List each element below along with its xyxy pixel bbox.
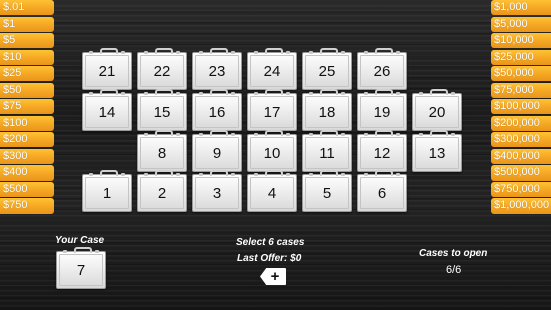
briefcase-26[interactable]: 26	[357, 48, 407, 90]
money-value-right: $5,000	[491, 16, 551, 32]
briefcase-19[interactable]: 19	[357, 89, 407, 131]
cases-to-open-count: 6/6	[446, 264, 462, 276]
briefcase-13[interactable]: 13	[412, 130, 462, 172]
money-value-left: $500	[0, 181, 54, 198]
briefcase-10[interactable]: 10	[247, 130, 297, 172]
money-value-right: $750,000	[491, 181, 551, 198]
money-value-left: $25	[0, 66, 54, 82]
briefcase-24[interactable]: 24	[247, 48, 297, 90]
money-value-right: $25,000	[491, 49, 551, 65]
money-value-left: $750	[0, 198, 54, 214]
money-value-right: $200,000	[491, 115, 551, 131]
cases-to-open-label: Cases to open	[419, 248, 488, 259]
money-value-left: $1	[0, 16, 54, 32]
money-value-left: $100	[0, 115, 54, 131]
briefcase-15[interactable]: 15	[137, 89, 187, 131]
briefcase-12[interactable]: 12	[357, 130, 407, 172]
briefcase-16[interactable]: 16	[192, 89, 242, 131]
plus-icon: +	[270, 268, 280, 285]
money-ladder-left: $.01 $1 $5 $10 $25 $50 $75 $100 $200 $30…	[0, 0, 54, 215]
money-value-right: $10,000	[491, 33, 551, 49]
money-value-right: $500,000	[491, 165, 551, 181]
money-value-right: $1,000,000	[491, 198, 551, 214]
briefcase-25[interactable]: 25	[302, 48, 352, 90]
briefcase-23[interactable]: 23	[192, 48, 242, 90]
money-value-right: $300,000	[491, 132, 551, 148]
money-ladder-right: $1,000 $5,000 $10,000 $25,000 $50,000 $7…	[491, 0, 551, 215]
briefcase-18[interactable]: 18	[302, 89, 352, 131]
money-value-right: $50,000	[491, 66, 551, 82]
briefcase-6[interactable]: 6	[357, 170, 407, 212]
money-value-left: $300	[0, 148, 54, 164]
money-value-right: $100,000	[491, 99, 551, 115]
money-value-left: $50	[0, 82, 54, 98]
money-value-left: $75	[0, 99, 54, 115]
briefcase-5[interactable]: 5	[302, 170, 352, 212]
money-value-right: $1,000	[491, 0, 551, 16]
add-button[interactable]: +	[260, 268, 286, 285]
briefcase-21[interactable]: 21	[82, 48, 132, 90]
briefcase-11[interactable]: 11	[302, 130, 352, 172]
money-value-right: $400,000	[491, 148, 551, 164]
money-value-left: $10	[0, 49, 54, 65]
briefcase-9[interactable]: 9	[192, 130, 242, 172]
your-case-label: Your Case	[55, 235, 105, 246]
briefcase-22[interactable]: 22	[137, 48, 187, 90]
money-value-left: $.01	[0, 0, 54, 16]
briefcase-2[interactable]: 2	[137, 170, 187, 212]
money-value-right: $75,000	[491, 82, 551, 98]
instruction-text: Select 6 cases	[236, 237, 305, 248]
briefcase-3[interactable]: 3	[192, 170, 242, 212]
money-value-left: $5	[0, 33, 54, 49]
briefcase-17[interactable]: 17	[247, 89, 297, 131]
briefcase-20[interactable]: 20	[412, 89, 462, 131]
briefcase-1[interactable]: 1	[82, 170, 132, 212]
money-value-left: $400	[0, 165, 54, 181]
briefcase-4[interactable]: 4	[247, 170, 297, 212]
last-offer-text: Last Offer: $0	[237, 253, 302, 264]
your-case-briefcase: 7	[56, 247, 106, 289]
briefcase-8[interactable]: 8	[137, 130, 187, 172]
money-value-left: $200	[0, 132, 54, 148]
briefcase-14[interactable]: 14	[82, 89, 132, 131]
